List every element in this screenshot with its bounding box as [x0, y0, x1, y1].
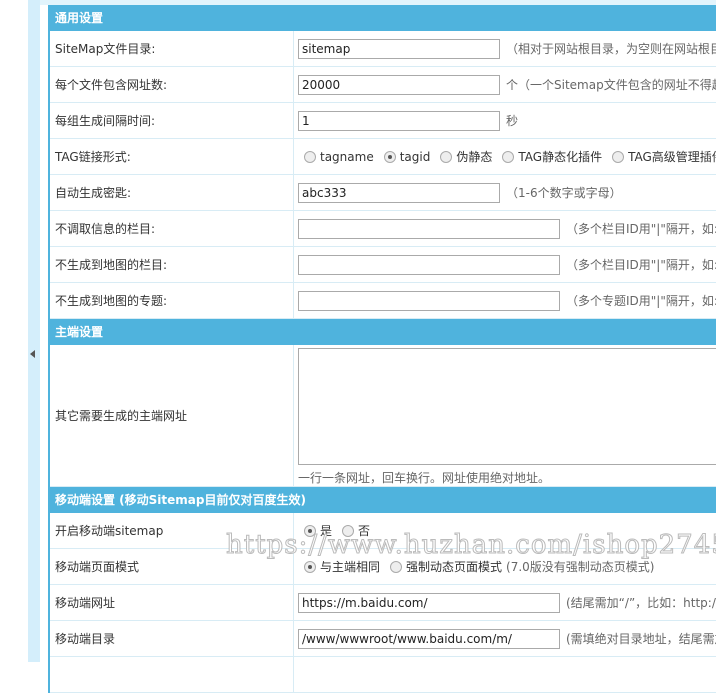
- hint: 秒: [506, 114, 519, 128]
- hint: （多个栏目ID用"|"隔开，如:: [566, 222, 716, 236]
- field-label: 移动端网址: [50, 585, 294, 620]
- hint: 一行一条网址，回车换行。网址使用绝对地址。: [298, 471, 551, 485]
- field-label: SiteMap文件目录:: [50, 31, 294, 66]
- main-urls-textarea[interactable]: [298, 348, 716, 465]
- row-sitemap-dir: SiteMap文件目录: （相对于网站根目录，为空则在网站根目: [50, 31, 716, 67]
- field-label: 移动端页面模式: [50, 549, 294, 584]
- row-tag-link: TAG链接形式: tagname tagid 伪静态 TAG静态化插件 TAG高…: [50, 139, 716, 175]
- field-label: 每组生成间隔时间:: [50, 103, 294, 138]
- field-label: 自动生成密匙:: [50, 175, 294, 210]
- section-header-mobile: 移动端设置 (移动Sitemap目前仅对百度生效): [50, 487, 716, 513]
- interval-input[interactable]: [298, 110, 500, 131]
- row-exclude-map-topics: 不生成到地图的专题: （多个专题ID用"|"隔开，如:: [50, 283, 716, 319]
- row-main-urls: 其它需要生成的主端网址 一行一条网址，回车换行。网址使用绝对地址。: [50, 345, 716, 487]
- radio-tag-advanced-plugin[interactable]: [612, 150, 625, 163]
- hint: （多个栏目ID用"|"隔开，如:: [566, 258, 716, 272]
- urls-per-file-input[interactable]: [298, 74, 500, 95]
- field-label: 移动端目录: [50, 621, 294, 656]
- hint: (结尾需加“/”，比如：http://b: [566, 596, 716, 610]
- hint: （1-6个数字或字母）: [506, 186, 622, 200]
- hint: (需填绝对目录地址，结尾需加: [566, 632, 716, 646]
- row-mobile-url: 移动端网址 (结尾需加“/”，比如：http://b: [50, 585, 716, 621]
- row-next: [50, 657, 716, 693]
- field-label: 不调取信息的栏目:: [50, 211, 294, 246]
- field-label: 开启移动端sitemap: [50, 513, 294, 548]
- field-label: 每个文件包含网址数:: [50, 67, 294, 102]
- settings-form: 通用设置 SiteMap文件目录: （相对于网站根目录，为空则在网站根目 每个文…: [48, 5, 716, 693]
- radio-force-dynamic[interactable]: [390, 560, 403, 573]
- section-header-main: 主端设置: [50, 319, 716, 345]
- hint: (7.0版没有强制动态页模式): [506, 560, 655, 574]
- radio-no[interactable]: [342, 524, 355, 537]
- field-label: TAG链接形式:: [50, 139, 294, 174]
- secret-key-input[interactable]: [298, 182, 500, 203]
- exclude-columns-input[interactable]: [298, 218, 560, 239]
- radio-label: 是: [320, 524, 333, 538]
- row-exclude-map-columns: 不生成到地图的栏目: （多个栏目ID用"|"隔开，如:: [50, 247, 716, 283]
- row-secret-key: 自动生成密匙: （1-6个数字或字母）: [50, 175, 716, 211]
- radio-pseudo-static[interactable]: [440, 150, 453, 163]
- field-label: 其它需要生成的主端网址: [50, 345, 294, 486]
- row-exclude-columns: 不调取信息的栏目: （多个栏目ID用"|"隔开，如:: [50, 211, 716, 247]
- radio-tagname[interactable]: [304, 150, 316, 163]
- hint: 个（一个Sitemap文件包含的网址不得超: [506, 78, 716, 92]
- radio-label: TAG静态化插件: [518, 150, 603, 164]
- sidebar-collapse-strip[interactable]: [28, 0, 40, 662]
- row-interval: 每组生成间隔时间: 秒: [50, 103, 716, 139]
- radio-same-as-main[interactable]: [304, 560, 316, 573]
- row-mobile-dir: 移动端目录 (需填绝对目录地址，结尾需加: [50, 621, 716, 657]
- sitemap-dir-input[interactable]: [298, 38, 500, 59]
- radio-label: 强制动态页面模式: [406, 560, 503, 574]
- mobile-dir-input[interactable]: [298, 628, 560, 649]
- exclude-map-topics-input[interactable]: [298, 290, 560, 311]
- mobile-url-input[interactable]: [298, 592, 560, 613]
- radio-label: tagid: [399, 149, 431, 164]
- field-label: 不生成到地图的栏目:: [50, 247, 294, 282]
- radio-label: tagname: [320, 149, 374, 164]
- radio-tag-static-plugin[interactable]: [502, 150, 515, 163]
- row-urls-per-file: 每个文件包含网址数: 个（一个Sitemap文件包含的网址不得超: [50, 67, 716, 103]
- hint: （相对于网站根目录，为空则在网站根目: [506, 42, 716, 56]
- collapse-arrow-icon[interactable]: [30, 350, 35, 358]
- hint: （多个专题ID用"|"隔开，如:: [566, 294, 716, 308]
- row-mobile-enable: 开启移动端sitemap 是 否: [50, 513, 716, 549]
- radio-label: 伪静态: [456, 150, 493, 164]
- radio-label: 与主端相同: [320, 560, 381, 574]
- radio-label: TAG高级管理插件: [628, 150, 716, 164]
- row-mobile-mode: 移动端页面模式 与主端相同 强制动态页面模式 (7.0版没有强制动态页模式): [50, 549, 716, 585]
- radio-label: 否: [358, 524, 371, 538]
- radio-tagid[interactable]: [383, 150, 396, 163]
- field-label: 不生成到地图的专题:: [50, 283, 294, 318]
- exclude-map-columns-input[interactable]: [298, 254, 560, 275]
- radio-yes[interactable]: [304, 524, 316, 537]
- section-header-general: 通用设置: [50, 5, 716, 31]
